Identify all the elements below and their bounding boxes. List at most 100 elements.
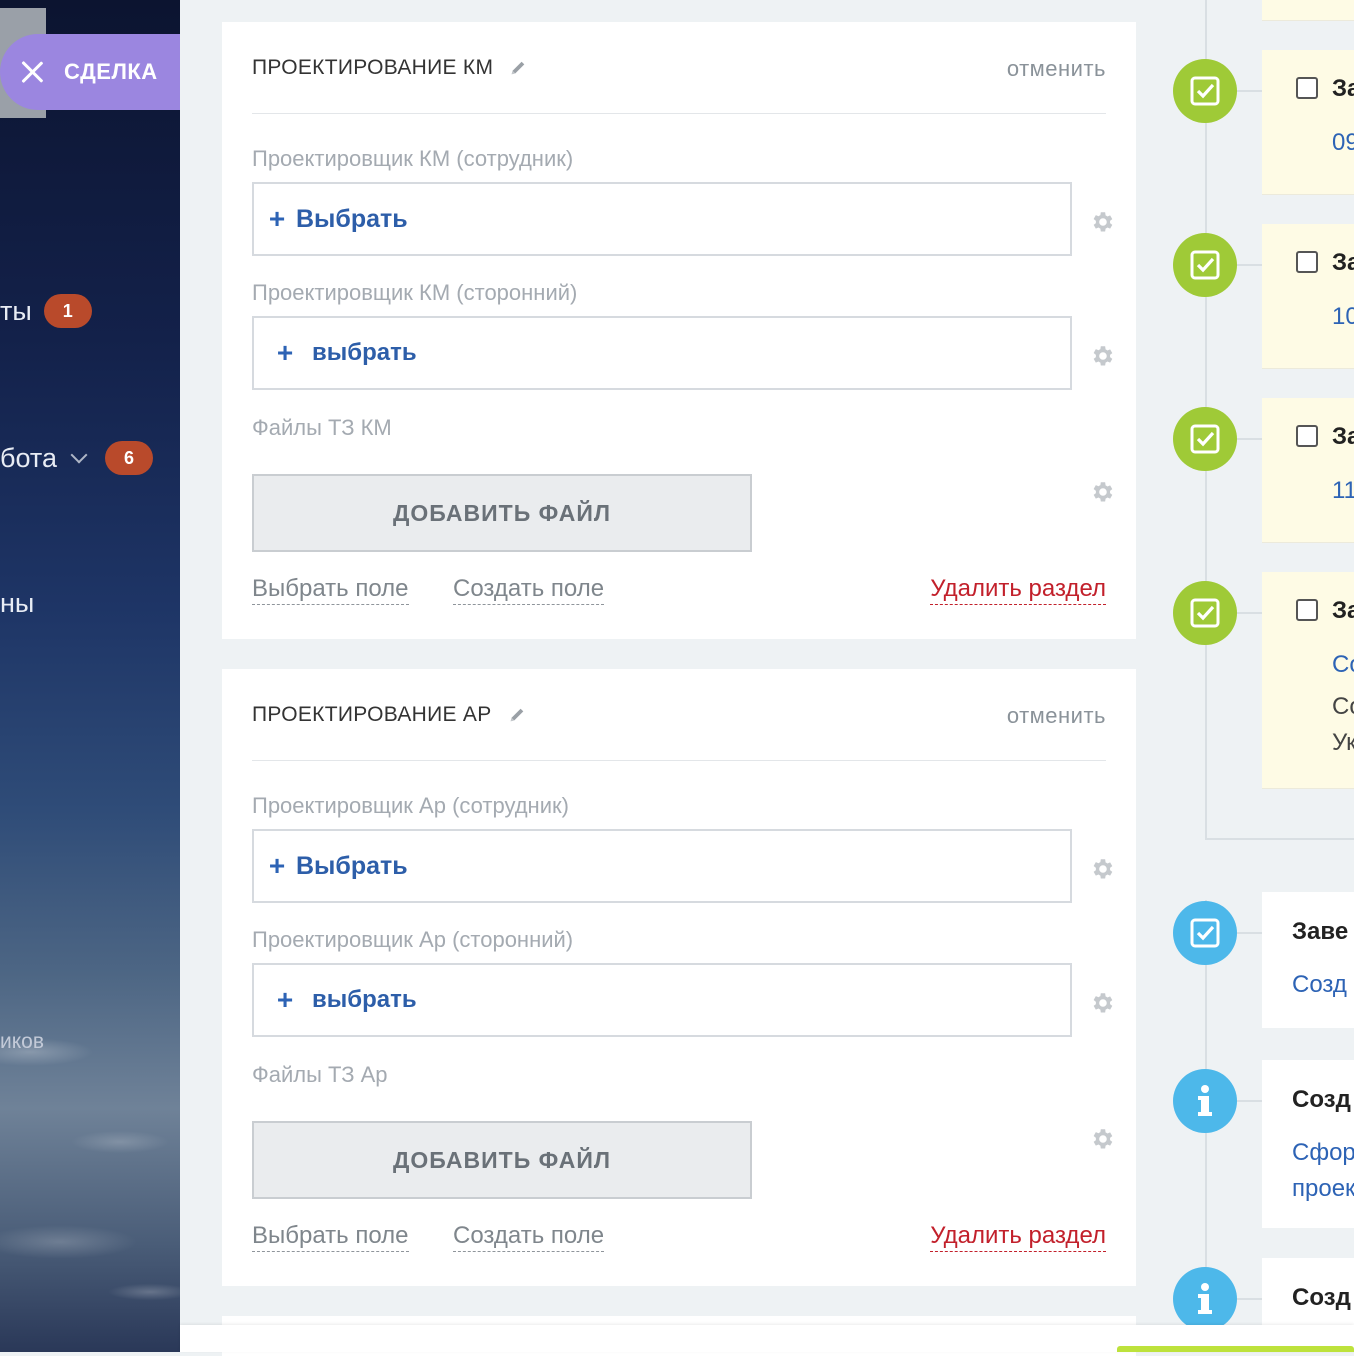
close-deal-button[interactable]: СДЕЛКА — [0, 34, 180, 110]
picker-label: выбрать — [312, 339, 417, 366]
gear-icon[interactable] — [1089, 856, 1115, 882]
picker-label: выбрать — [312, 986, 417, 1013]
section-actions: Выбрать поле Создать поле Удалить раздел — [252, 574, 1106, 606]
pencil-icon[interactable] — [509, 59, 527, 77]
task-done-icon — [1173, 59, 1237, 123]
task-title: За — [1332, 423, 1354, 450]
event-done-icon — [1173, 901, 1237, 965]
task-done-icon — [1173, 407, 1237, 471]
event-link[interactable]: Сфор — [1292, 1139, 1354, 1167]
sidebar-item-work[interactable]: бота 6 — [0, 441, 153, 475]
section-title-text: ПРОЕКТИРОВАНИЕ АР — [252, 703, 492, 726]
plus-icon: + — [276, 984, 294, 1015]
event-title: Заве — [1292, 918, 1349, 945]
task-done-icon — [1173, 581, 1237, 645]
info-icon — [1173, 1267, 1237, 1331]
timeline-connector — [1237, 1298, 1263, 1300]
plus-icon: + — [276, 337, 294, 368]
sidebar-item-label: ны — [0, 588, 35, 618]
task-date[interactable]: 11 — [1332, 477, 1354, 505]
section-card-ar: ПРОЕКТИРОВАНИЕ АР отменить Проектировщик… — [222, 669, 1136, 1286]
section-title: ПРОЕКТИРОВАНИЕ КМ — [252, 56, 527, 80]
sidebar-item-contacts[interactable]: ты 1 — [0, 294, 92, 328]
gear-icon[interactable] — [1089, 479, 1115, 505]
create-field-link[interactable]: Создать поле — [453, 1221, 605, 1252]
section-actions: Выбрать поле Создать поле Удалить раздел — [252, 1221, 1106, 1253]
delete-section-link[interactable]: Удалить раздел — [930, 574, 1106, 605]
field-label: Проектировщик КМ (сторонний) — [252, 280, 578, 305]
contractor-picker[interactable]: + выбрать — [252, 316, 1072, 390]
task-date[interactable]: 10 — [1332, 303, 1354, 331]
gear-icon[interactable] — [1089, 209, 1115, 235]
delete-section-link[interactable]: Удалить раздел — [930, 1221, 1106, 1252]
save-button[interactable] — [1117, 1346, 1354, 1352]
pencil-icon[interactable] — [508, 706, 526, 724]
field-label: Файлы ТЗ КМ — [252, 415, 392, 440]
section-header: ПРОЕКТИРОВАНИЕ АР отменить — [252, 669, 1106, 761]
deal-label: СДЕЛКА — [64, 59, 158, 84]
timeline-connector — [1237, 438, 1263, 440]
timeline-connector — [1237, 90, 1263, 92]
gear-icon[interactable] — [1089, 1126, 1115, 1152]
select-field-link[interactable]: Выбрать поле — [252, 574, 409, 605]
task-link[interactable]: Со — [1332, 651, 1354, 679]
employee-picker[interactable]: + Выбрать — [252, 829, 1072, 903]
sidebar-item-prices[interactable]: ны — [0, 588, 34, 619]
timeline-event-card[interactable]: Созд Сфор проек — [1262, 1060, 1354, 1228]
counter-badge: 1 — [43, 294, 92, 328]
section-header: ПРОЕКТИРОВАНИЕ КМ отменить — [252, 22, 1106, 114]
section-card-km: ПРОЕКТИРОВАНИЕ КМ отменить Проектировщик… — [222, 22, 1136, 639]
task-title: За — [1332, 249, 1354, 276]
create-field-link[interactable]: Создать поле — [453, 574, 605, 605]
deal-editor-panel: ПРОЕКТИРОВАНИЕ КМ отменить Проектировщик… — [180, 0, 1354, 1356]
timeline-connector — [1237, 932, 1263, 934]
timeline-connector — [1237, 264, 1263, 266]
plus-icon: + — [268, 850, 286, 881]
plus-icon: + — [268, 203, 286, 234]
timeline-task-card[interactable]: За Со Со Ук — [1262, 572, 1354, 788]
event-title: Созд — [1292, 1086, 1351, 1113]
sidebar-background — [0, 0, 180, 1352]
picker-label: Выбрать — [296, 204, 408, 233]
counter-badge: 6 — [104, 441, 153, 475]
contractor-picker[interactable]: + выбрать — [252, 963, 1072, 1037]
task-text: Со — [1332, 693, 1354, 720]
task-date[interactable]: 09 — [1332, 129, 1354, 157]
field-label: Проектировщик Ар (сотрудник) — [252, 793, 569, 818]
task-done-icon — [1173, 233, 1237, 297]
info-icon — [1173, 1069, 1237, 1133]
task-checkbox[interactable] — [1296, 251, 1318, 273]
task-checkbox[interactable] — [1296, 599, 1318, 621]
chevron-down-icon[interactable] — [70, 446, 88, 464]
timeline-task-card[interactable]: За 10 — [1262, 224, 1354, 368]
cancel-link[interactable]: отменить — [1007, 56, 1106, 82]
timeline-task-card[interactable] — [1262, 0, 1354, 20]
task-checkbox[interactable] — [1296, 425, 1318, 447]
timeline-task-card[interactable]: За 11 — [1262, 398, 1354, 542]
field-label: Проектировщик Ар (сторонний) — [252, 927, 574, 952]
timeline-event-card[interactable]: Заве Созд — [1262, 892, 1354, 1028]
sidebar-item-label: иков — [0, 1030, 44, 1053]
sidebar-item-label: ты — [0, 295, 32, 326]
task-text: Ук — [1332, 729, 1354, 756]
event-link[interactable]: проек — [1292, 1175, 1354, 1203]
event-link[interactable]: Созд — [1292, 971, 1347, 999]
field-label: Файлы ТЗ Ар — [252, 1062, 388, 1087]
sidebar-item-label: бота — [0, 442, 57, 473]
timeline-task-card[interactable]: За 09 — [1262, 50, 1354, 194]
gear-icon[interactable] — [1089, 343, 1115, 369]
employee-picker[interactable]: + Выбрать — [252, 182, 1072, 256]
field-label: Проектировщик КМ (сотрудник) — [252, 146, 574, 171]
task-title: За — [1332, 597, 1354, 624]
task-checkbox[interactable] — [1296, 77, 1318, 99]
gear-icon[interactable] — [1089, 990, 1115, 1016]
sidebar-item-staff[interactable]: иков — [0, 1030, 44, 1054]
close-icon[interactable] — [18, 58, 46, 86]
event-title: Созд — [1292, 1284, 1351, 1311]
timeline-connector — [1237, 612, 1263, 614]
add-file-button[interactable]: ДОБАВИТЬ ФАЙЛ — [252, 1121, 752, 1199]
timeline-connector — [1237, 1100, 1263, 1102]
cancel-link[interactable]: отменить — [1007, 703, 1106, 729]
select-field-link[interactable]: Выбрать поле — [252, 1221, 409, 1252]
add-file-button[interactable]: ДОБАВИТЬ ФАЙЛ — [252, 474, 752, 552]
